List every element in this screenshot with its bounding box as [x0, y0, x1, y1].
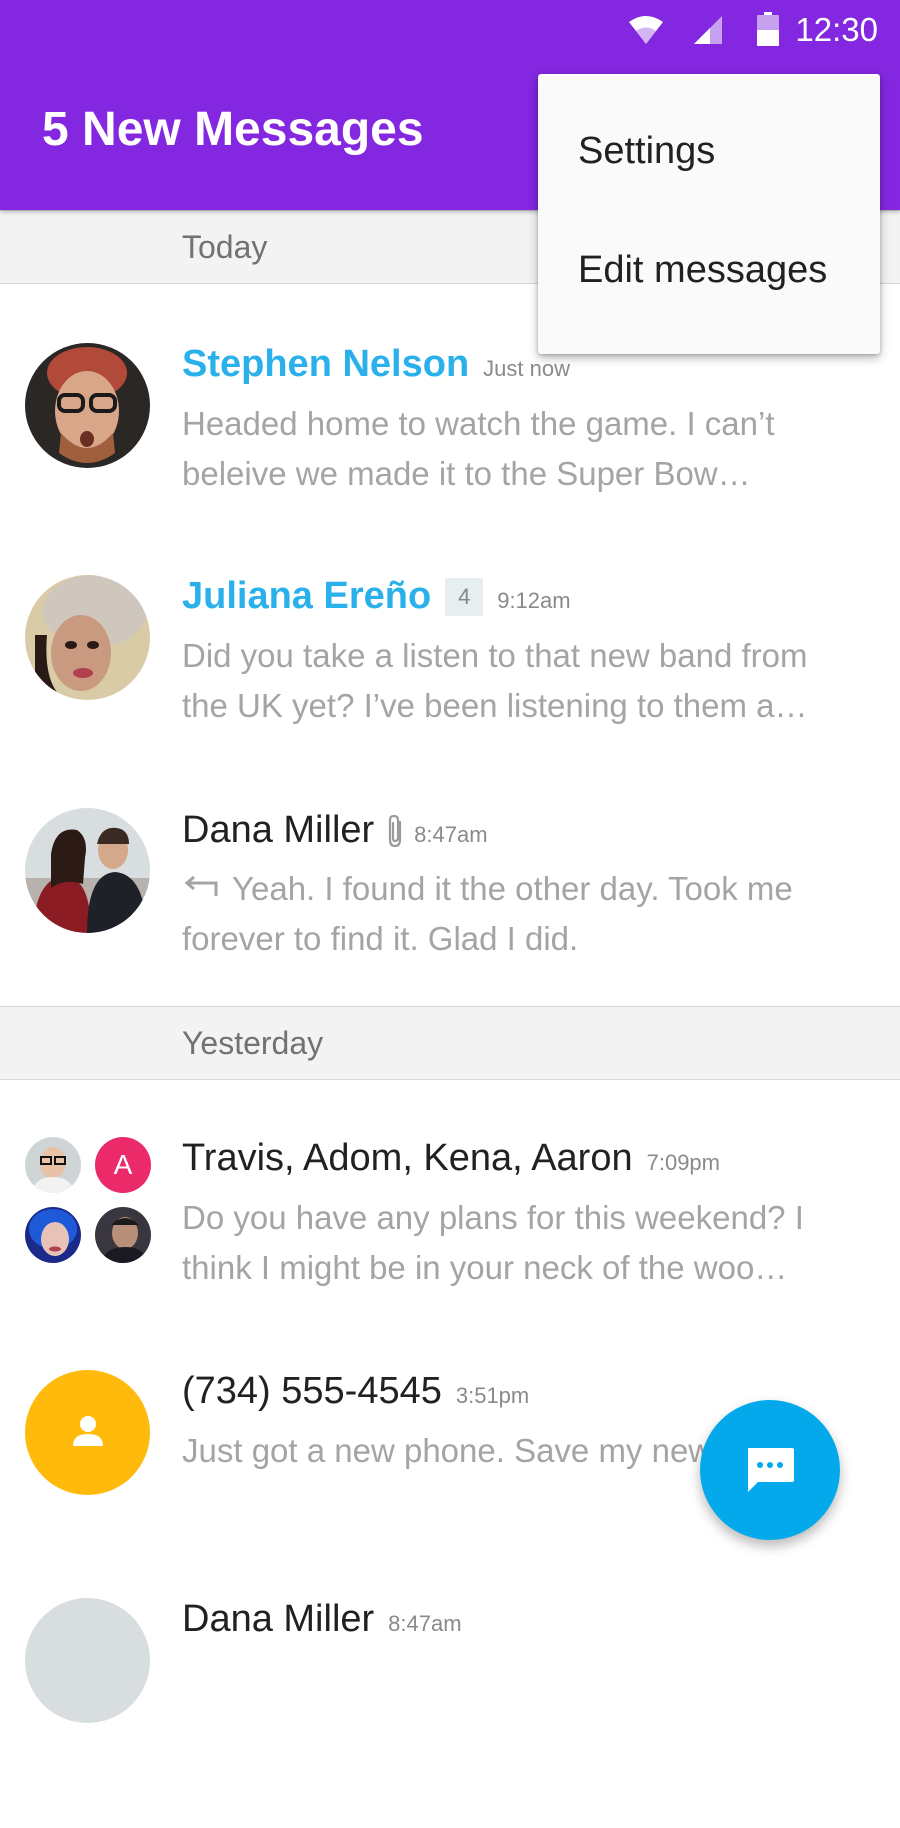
section-label: Yesterday: [182, 1025, 324, 1061]
name-line: Travis, Adom, Kena, Aaron 7:09pm: [182, 1137, 720, 1187]
section-label: Today: [182, 229, 268, 265]
overflow-menu: Settings Edit messages: [538, 74, 880, 354]
group-avatar: A: [25, 1137, 151, 1263]
conversation-row[interactable]: Juliana Ereño 4 9:12am Did you take a li…: [0, 575, 900, 805]
reply-arrow-icon: [182, 862, 232, 912]
initial-avatar: A: [95, 1137, 151, 1193]
conversation-row[interactable]: Dana Miller 8:47am: [0, 1598, 900, 1828]
message-preview: Do you have any plans for this weekend? …: [182, 1199, 804, 1286]
cell-signal-icon: [692, 14, 724, 51]
conversation-row[interactable]: A Travis, Adom, Kena, Aaron 7:09pm Do yo…: [0, 1137, 900, 1367]
person-icon: [71, 1414, 105, 1448]
name-line: Stephen Nelson Just now: [182, 343, 570, 393]
contact-name: Juliana Ereño: [182, 575, 432, 617]
wifi-icon: [628, 14, 664, 51]
timestamp: 8:47am: [388, 1611, 462, 1636]
chat-bubble-icon: [744, 1446, 796, 1501]
status-time: 12:30: [795, 11, 878, 48]
section-header-yesterday: Yesterday: [0, 1006, 900, 1080]
timestamp: 3:51pm: [455, 1383, 530, 1408]
avatar: [25, 1370, 150, 1495]
contact-name: Dana Miller: [182, 809, 375, 851]
avatar: [25, 575, 150, 700]
avatar: [25, 1137, 81, 1193]
name-line: Juliana Ereño 4 9:12am: [182, 575, 571, 625]
avatar: [25, 808, 150, 933]
status-bar: 12:30: [0, 0, 900, 60]
timestamp: 8:47am: [414, 822, 488, 847]
preview-text: Yeah. I found it the other day. Took me …: [182, 870, 793, 957]
avatar: [25, 343, 150, 468]
contact-name: Travis, Adom, Kena, Aaron: [182, 1137, 633, 1179]
name-line: Dana Miller 8:47am: [182, 1598, 462, 1648]
avatar: [25, 1207, 81, 1263]
contact-name: Dana Miller: [182, 1598, 375, 1640]
timestamp: 9:12am: [497, 588, 571, 613]
menu-item-edit-messages[interactable]: Edit messages: [578, 249, 827, 292]
avatar: [95, 1207, 151, 1263]
page-title: 5 New Messages: [42, 103, 424, 156]
contact-name: Stephen Nelson: [182, 343, 470, 385]
menu-item-settings[interactable]: Settings: [578, 130, 715, 173]
avatar: [25, 1598, 150, 1723]
message-preview: Yeah. I found it the other day. Took me …: [182, 864, 862, 964]
conversation-row[interactable]: Dana Miller 8:47am Yeah. I found it the …: [0, 808, 900, 1038]
conversation-row[interactable]: Stephen Nelson Just now Headed home to w…: [0, 343, 900, 573]
compose-message-button[interactable]: [700, 1400, 840, 1540]
battery-icon: [757, 12, 779, 51]
timestamp: Just now: [483, 356, 570, 381]
contact-name: (734) 555-4545: [182, 1370, 442, 1412]
paperclip-icon: [386, 814, 406, 853]
timestamp: 7:09pm: [646, 1150, 720, 1175]
message-preview: Headed home to watch the game. I can’t b…: [182, 405, 775, 492]
message-count-badge: 4: [445, 578, 484, 616]
message-preview: Did you take a listen to that new band f…: [182, 637, 808, 724]
name-line: (734) 555-4545 3:51pm: [182, 1370, 529, 1420]
name-line: Dana Miller 8:47am: [182, 808, 488, 858]
